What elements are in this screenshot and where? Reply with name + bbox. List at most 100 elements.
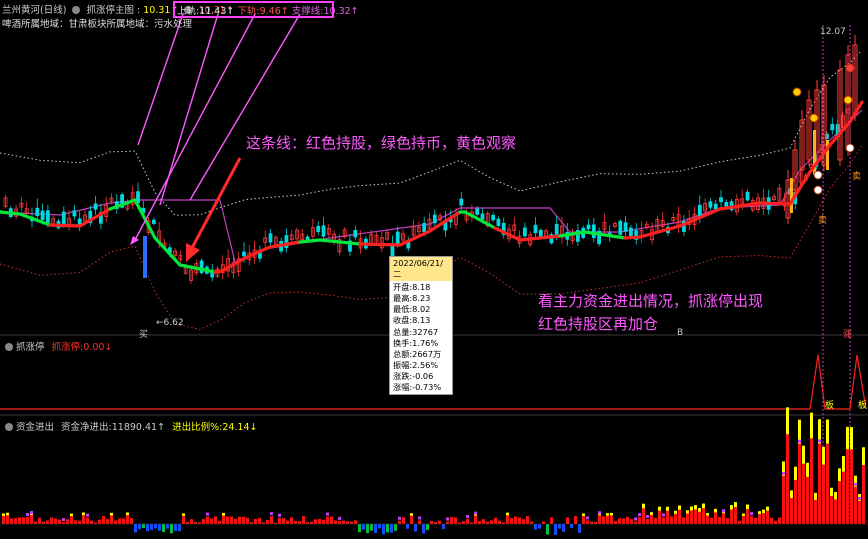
flow-bar [362,524,365,530]
flow-bar [586,520,589,524]
flow-bar-top [850,427,853,450]
lower-band-label: 下轨: [237,6,260,17]
flow-bar [510,518,513,524]
candle-body [554,224,559,235]
flow-bar [126,515,129,524]
tooltip-row: 振幅:2.56% [393,359,439,370]
candle-body [719,197,723,203]
flow-bar [730,509,733,524]
flow-bar-top [766,506,769,511]
flow-bar-top [842,456,845,472]
indicator-name[interactable]: 抓涨停主图 [86,5,134,16]
flow-bar [186,521,189,524]
flow-bar [774,520,777,524]
flow-bar [210,518,213,524]
candle-body [35,207,40,217]
flow-bar [514,516,517,524]
flow-bar [386,524,389,533]
flow-bar-mark [206,512,209,516]
flow-bar [266,520,269,524]
tooltip-date: 2022/06/21/二 [390,257,452,282]
tooltip-row: 总额:2667万 [393,348,442,359]
tooltip-row: 最低:8.02 [393,304,431,315]
flow-bar [694,509,697,524]
flow-bar [346,521,349,524]
flow-bar [678,509,681,524]
flow-bar-mark [646,515,649,519]
stock-title[interactable]: 兰州黄河(日线) [2,5,66,16]
flow-bar-top [126,512,129,516]
flow-bar [358,524,361,533]
flow-bar [2,515,5,524]
candle-body [491,215,496,221]
flow-bar [662,517,665,524]
flow-bar [194,521,197,524]
candle-body [432,214,437,224]
flow-bar [778,517,781,524]
flow-bar [702,508,705,524]
flow-bar [86,517,89,524]
flow-bar-mark [818,439,821,443]
candle-body [475,208,480,215]
trend-line-segment [0,210,22,216]
flow-bar-top [758,511,761,515]
panel2-settings-icon[interactable] [5,343,13,351]
flow-bar-top [582,513,585,516]
flow-bar [626,516,629,524]
flow-bar [758,514,761,524]
flow-bar-top [110,512,113,516]
flow-bar [638,517,641,524]
circle-icon [845,143,855,153]
candle-body [395,231,400,245]
flow-bar [822,464,825,524]
pointer-arrow [137,13,184,146]
flow-bar [54,518,57,524]
panel3-name[interactable]: 资金进出 [16,422,54,433]
net-flow-value: 11890.41↑ [111,422,166,433]
settings-icon[interactable] [72,6,81,14]
flow-bar [382,524,385,535]
flow-bar-top [762,509,765,513]
sector-info: 啤酒所属地域：甘肃板块所属地域：污水处理 [2,19,193,30]
flow-bar-top [862,447,865,465]
net-flow-label: 资金净进出: [61,422,112,433]
flow-bar [674,513,677,524]
flow-bar [614,521,617,524]
flow-bar [506,515,509,524]
flow-bar [578,524,581,533]
flow-bar [150,524,153,530]
flow-bar [154,524,157,529]
flow-bar [354,520,357,524]
flow-bar-mark [854,482,857,486]
flow-bar-top [650,512,653,515]
flow-bar-top [6,512,9,516]
circle-icon [792,87,802,97]
flow-bar [630,519,633,524]
flow-bar [478,521,481,524]
flow-bar [78,520,81,524]
arrow-icon [130,236,139,245]
flow-bar [122,518,125,524]
flow-bar [202,519,205,524]
flow-bar-top [810,412,813,439]
flow-bar-mark [638,513,641,517]
flow-bar-top [694,505,697,510]
flow-bar [782,475,785,524]
tooltip-row: 涨跌:-0.06 [393,370,434,381]
annotation-line-meaning: 这条线：红色持股，绿色持币，黄色观察 [246,134,517,152]
flow-bar [270,516,273,524]
flow-bar [26,517,29,524]
panel3-settings-icon[interactable] [5,423,13,431]
panel2-name[interactable]: 抓涨停 [16,342,45,353]
flow-bar [718,517,721,524]
flow-bar [710,517,713,524]
flow-bar [138,524,141,530]
pointer-arrow [134,13,256,241]
flow-bar [802,463,805,524]
flow-bar [834,499,837,524]
flow-bar [658,510,661,524]
flow-bar-top [702,503,705,509]
flow-bar [634,521,637,524]
flow-bar [498,520,501,524]
flow-bar [390,524,393,533]
